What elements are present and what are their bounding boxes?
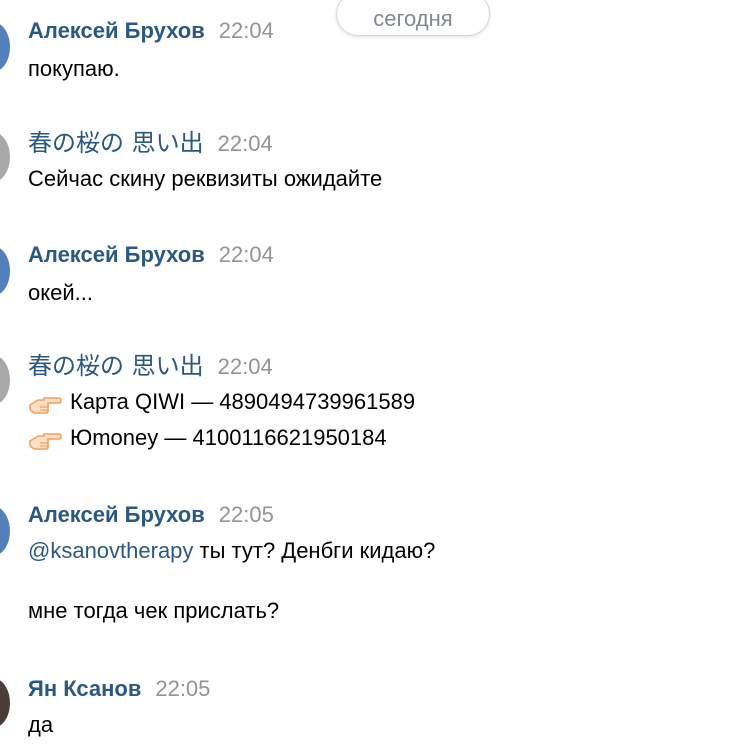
message-header: Алексей Брухов 22:04: [28, 16, 274, 46]
message-time[interactable]: 22:04: [219, 242, 274, 267]
avatar[interactable]: [0, 246, 10, 296]
message-header: Ян Ксанов 22:05: [28, 674, 210, 704]
message-time[interactable]: 22:04: [218, 354, 273, 379]
message-text: покупаю.: [28, 56, 120, 81]
message-header: 春の桜の 思い出 22:04: [28, 128, 273, 158]
message-header: 春の桜の 思い出 22:04: [28, 351, 273, 381]
author-name[interactable]: Ян Ксанов: [28, 676, 141, 701]
message-text: да: [28, 712, 54, 737]
message-header: Алексей Брухов 22:04: [28, 240, 274, 270]
message-text: Юmoney — 4100116621950184: [70, 425, 387, 450]
message-line: Карта QIWI — 4890494739961589: [28, 389, 415, 415]
avatar[interactable]: [0, 22, 10, 72]
avatar[interactable]: [0, 506, 10, 556]
message-line: Юmoney — 4100116621950184: [28, 425, 387, 451]
message-text: Сейчас скину реквизиты ожидайте: [28, 166, 383, 191]
author-name[interactable]: 春の桜の 思い出: [28, 352, 204, 380]
message-text: ты тут? Денбги кидаю?: [199, 538, 436, 563]
chat-history[interactable]: сегодня Алексей Брухов 22:04 покупаю. 春の桜…: [0, 0, 746, 746]
author-name[interactable]: Алексей Брухов: [28, 242, 205, 267]
pointing-hand-icon: [28, 430, 62, 450]
message-text: Карта QIWI — 4890494739961589: [70, 389, 416, 414]
date-separator: сегодня: [336, 0, 490, 36]
message-header: Алексей Брухов 22:05: [28, 500, 274, 530]
mention-link[interactable]: @ksanovtherapy: [28, 538, 193, 563]
message-text: мне тогда чек прислать?: [28, 598, 280, 623]
message-time[interactable]: 22:05: [155, 676, 210, 701]
message-time[interactable]: 22:05: [219, 502, 274, 527]
author-name[interactable]: 春の桜の 思い出: [28, 129, 204, 157]
author-name[interactable]: Алексей Брухов: [28, 502, 205, 527]
message-text: @ksanovtherapy ты тут? Денбги кидаю?: [28, 538, 435, 564]
message-time[interactable]: 22:04: [219, 18, 274, 43]
avatar[interactable]: [0, 355, 10, 405]
avatar[interactable]: [0, 678, 10, 728]
avatar[interactable]: [0, 132, 10, 182]
message-time[interactable]: 22:04: [218, 131, 273, 156]
author-name[interactable]: Алексей Брухов: [28, 18, 205, 43]
pointing-hand-icon: [28, 394, 62, 414]
message-text: окей...: [28, 280, 93, 305]
